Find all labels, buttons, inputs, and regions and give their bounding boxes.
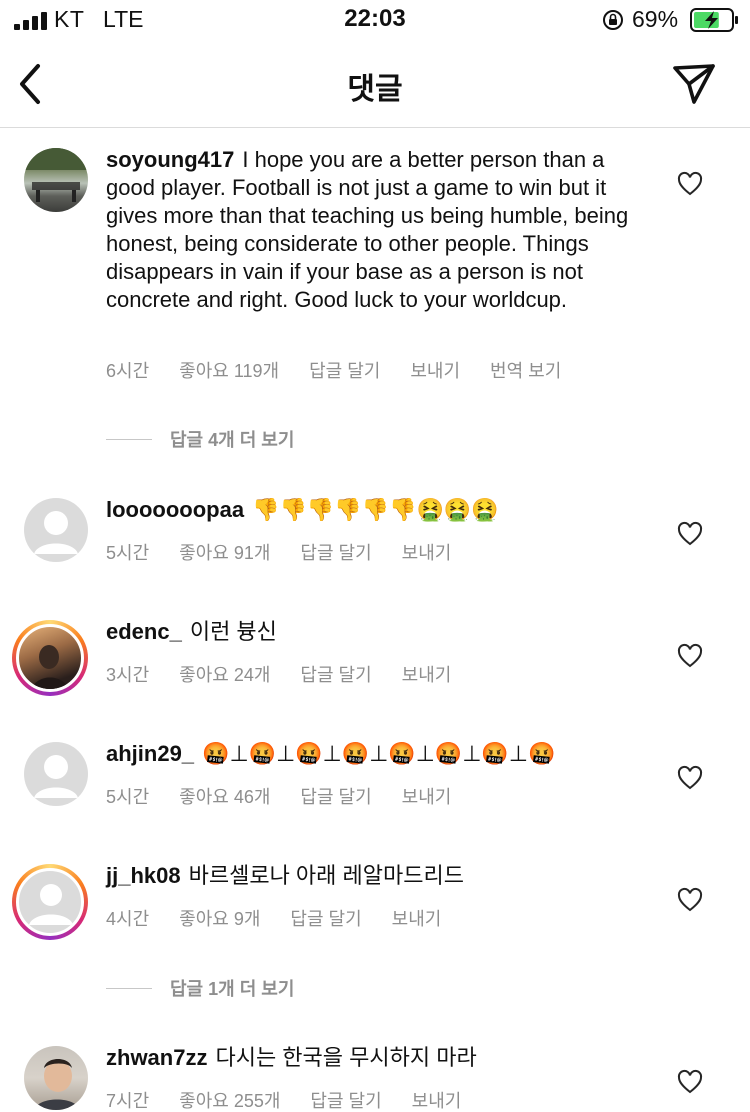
avatar-story-ring[interactable] (12, 620, 88, 696)
like-heart-icon[interactable] (677, 643, 703, 669)
comment-text: looooooopaa 👎👎👎👎👎👎🤮🤮🤮 (106, 496, 646, 525)
comment-meta: 3시간 좋아요 24개 답글 달기 보내기 (106, 661, 481, 687)
like-heart-icon[interactable] (677, 521, 703, 547)
comment-body: 👎👎👎👎👎👎🤮🤮🤮 (252, 498, 499, 523)
comment-username[interactable]: soyoung417 (106, 147, 234, 172)
comment-username[interactable]: ahjin29_ (106, 741, 194, 766)
avatar[interactable] (24, 148, 88, 212)
comment-body: 바르셀로나 아래 레알마드리드 (188, 863, 464, 888)
comment-likes[interactable]: 좋아요 9개 (179, 909, 260, 929)
page-title: 댓글 (347, 73, 403, 106)
comment-time: 7시간 (106, 1091, 150, 1111)
avatar-story-ring[interactable] (12, 864, 88, 940)
comment-time: 3시간 (106, 665, 150, 685)
view-replies-button[interactable]: 답글 1개 더 보기 (106, 975, 294, 1001)
comment-username[interactable]: looooooopaa (106, 497, 244, 522)
reply-button[interactable]: 답글 달기 (309, 361, 380, 381)
comment-meta: 6시간 좋아요 119개 답글 달기 보내기 번역 보기 (106, 357, 591, 383)
like-heart-icon[interactable] (677, 1069, 703, 1095)
like-heart-icon[interactable] (677, 765, 703, 791)
comment-meta: 4시간 좋아요 9개 답글 달기 보내기 (106, 905, 471, 931)
replies-divider (106, 438, 152, 440)
default-user-icon (34, 511, 78, 554)
comment-username[interactable]: edenc_ (106, 619, 182, 644)
comment-meta: 5시간 좋아요 91개 답글 달기 보내기 (106, 539, 481, 565)
battery-charging-icon (690, 8, 738, 32)
default-user-icon (34, 755, 78, 798)
reply-button[interactable]: 답글 달기 (300, 665, 371, 685)
comment-text: edenc_ 이런 븅신 (106, 618, 646, 646)
comment-body: 다시는 한국을 무시하지 마라 (215, 1045, 477, 1070)
comment-text: jj_hk08 바르셀로나 아래 레알마드리드 (106, 862, 646, 890)
default-user-icon (29, 884, 73, 925)
comment-meta: 7시간 좋아요 255개 답글 달기 보내기 (106, 1087, 491, 1112)
reply-button[interactable]: 답글 달기 (300, 543, 371, 563)
avatar-placeholder[interactable] (24, 498, 88, 562)
like-heart-icon[interactable] (677, 171, 703, 197)
reply-button[interactable]: 답글 달기 (300, 787, 371, 807)
battery-percent: 69% (632, 6, 679, 32)
comment-likes[interactable]: 좋아요 119개 (179, 361, 279, 381)
send-button[interactable]: 보내기 (412, 1091, 462, 1111)
like-heart-icon[interactable] (677, 887, 703, 913)
comment-username[interactable]: jj_hk08 (106, 863, 181, 888)
comment-time: 4시간 (106, 909, 150, 929)
comment-likes[interactable]: 좋아요 91개 (179, 543, 270, 563)
avatar[interactable] (24, 1046, 88, 1110)
share-paper-plane-icon[interactable] (670, 60, 718, 108)
comment-text: soyoung417 I hope you are a better person… (106, 146, 646, 314)
send-button[interactable]: 보내기 (410, 361, 460, 381)
send-button[interactable]: 보내기 (402, 787, 452, 807)
view-replies-label: 답글 1개 더 보기 (170, 979, 295, 999)
comments-header: 댓글 (0, 40, 750, 128)
replies-divider (106, 987, 152, 989)
comment-body: 🤬⊥🤬⊥🤬⊥🤬⊥🤬⊥🤬⊥🤬⊥🤬 (202, 742, 556, 767)
orientation-lock-icon (603, 10, 623, 30)
avatar-placeholder[interactable] (24, 742, 88, 806)
translate-button[interactable]: 번역 보기 (490, 361, 561, 381)
comment-likes[interactable]: 좋아요 255개 (179, 1091, 280, 1111)
comment-time: 5시간 (106, 787, 150, 807)
reply-button[interactable]: 답글 달기 (290, 909, 361, 929)
comment-likes[interactable]: 좋아요 46개 (179, 787, 270, 807)
comment-text: ahjin29_ 🤬⊥🤬⊥🤬⊥🤬⊥🤬⊥🤬⊥🤬⊥🤬 (106, 740, 646, 769)
comment-body: 이런 븅신 (189, 619, 277, 644)
avatar (16, 624, 84, 692)
comment-text: zhwan7zz 다시는 한국을 무시하지 마라 (106, 1044, 646, 1072)
avatar-photo (31, 645, 69, 689)
status-bar: KT LTE 22:03 69% (0, 0, 750, 40)
send-button[interactable]: 보내기 (402, 665, 452, 685)
comment-likes[interactable]: 좋아요 24개 (179, 665, 270, 685)
avatar-placeholder (16, 868, 84, 936)
avatar-photo (34, 1059, 80, 1110)
comment-username[interactable]: zhwan7zz (106, 1045, 207, 1070)
view-replies-label: 답글 4개 더 보기 (170, 430, 295, 450)
reply-button[interactable]: 답글 달기 (310, 1091, 381, 1111)
comment-meta: 5시간 좋아요 46개 답글 달기 보내기 (106, 783, 481, 809)
comment-time: 5시간 (106, 543, 150, 563)
view-replies-button[interactable]: 답글 4개 더 보기 (106, 426, 294, 452)
send-button[interactable]: 보내기 (402, 543, 452, 563)
send-button[interactable]: 보내기 (392, 909, 442, 929)
comment-time: 6시간 (106, 361, 150, 381)
avatar-photo (24, 148, 88, 202)
